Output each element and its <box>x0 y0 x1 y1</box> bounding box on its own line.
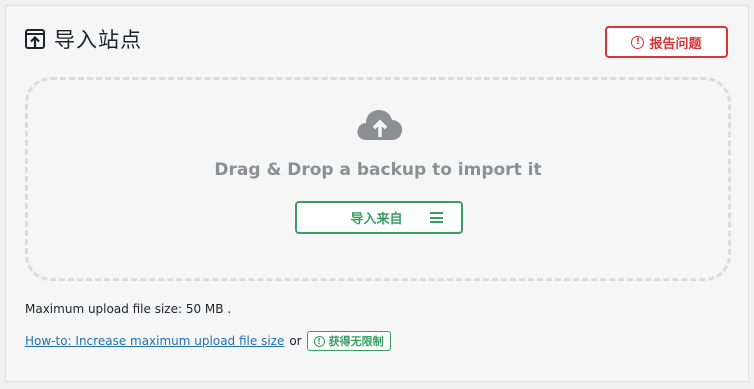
report-issue-label: 报告问题 <box>649 36 702 52</box>
get-unlimited-button[interactable]: ! 获得无限制 <box>306 331 391 351</box>
panel-header: 导入站点 <box>24 24 142 54</box>
cloud-upload-icon <box>357 110 403 140</box>
exclamation-circle-icon: ! <box>313 335 325 347</box>
max-upload-size: Maximum upload file size: 50 MB . <box>25 302 232 316</box>
import-panel: 导入站点 ! 报告问题 Drag & Drop a backup to impo… <box>5 5 749 382</box>
page-title: 导入站点 <box>54 28 142 52</box>
drop-zone[interactable]: Drag & Drop a backup to import it 导入来自 <box>25 77 731 281</box>
import-from-button[interactable]: 导入来自 <box>295 201 463 234</box>
drop-instruction: Drag & Drop a backup to import it <box>214 160 542 180</box>
exclamation-circle-icon: ! <box>631 35 645 49</box>
howto-line: How-to: Increase maximum upload file siz… <box>25 331 391 351</box>
or-text: or <box>289 334 302 348</box>
import-from-label: 导入来自 <box>350 212 403 227</box>
import-icon <box>25 29 45 49</box>
report-issue-button[interactable]: ! 报告问题 <box>605 26 728 58</box>
hamburger-menu-icon <box>430 212 443 223</box>
get-unlimited-label: 获得无限制 <box>328 335 384 348</box>
howto-increase-upload-link[interactable]: How-to: Increase maximum upload file siz… <box>25 334 284 348</box>
